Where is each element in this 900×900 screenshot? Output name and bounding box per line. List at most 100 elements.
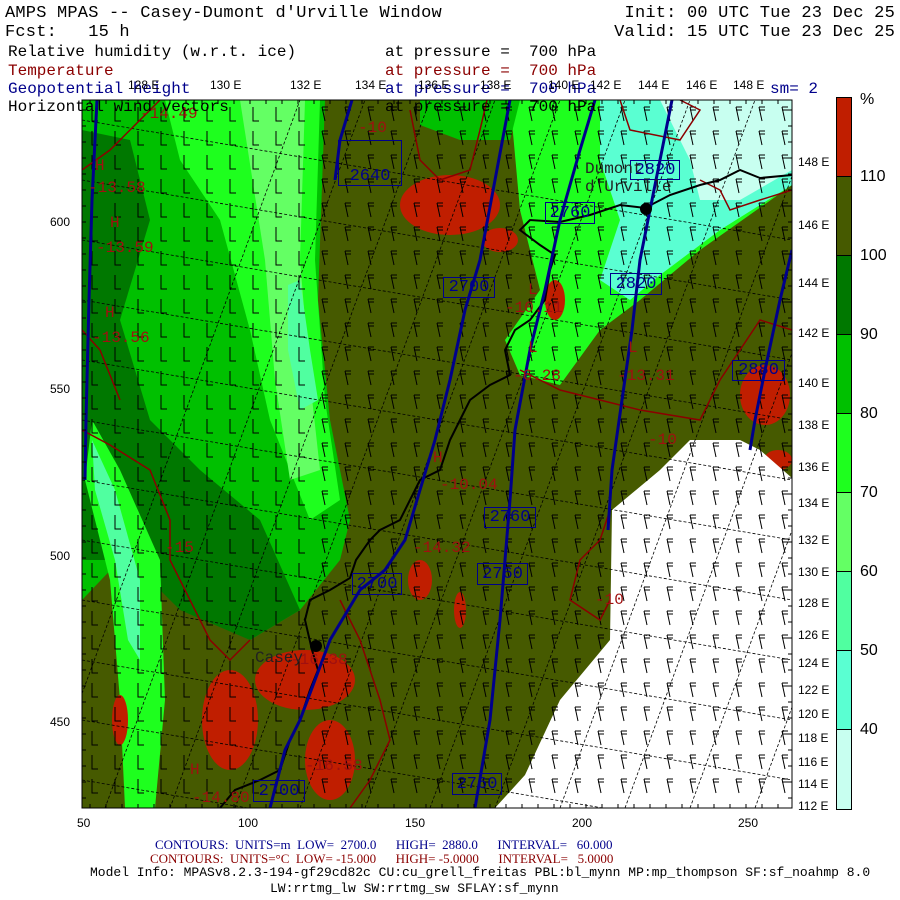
field-wind-level: at pressure = 700 hPa [385,98,597,116]
colorbar-tick-label: 40 [860,721,878,738]
colorbar-segment [837,335,851,414]
valid-time: Valid: 15 UTC Tue 23 Dec 25 [614,23,895,42]
right-longitude-label: 140 E [798,376,830,390]
y-axis-label: 600 [50,215,71,229]
field-wind-name: Horizontal wind vectors [8,98,229,116]
x-axis-label: 250 [738,816,759,830]
colorbar-tick-label: 60 [860,563,878,580]
colorbar-segment [837,730,851,809]
right-longitude-label: 120 E [798,707,830,721]
field-rh-level: at pressure = 700 hPa [385,43,597,61]
colorbar-tick-label: 80 [860,405,878,422]
right-longitude-label: 116 E [798,755,829,769]
temperature-label: L [528,281,538,299]
right-longitude-label: 138 E [798,418,830,432]
right-longitude-label: 124 E [798,656,830,670]
top-longitude-label: 136 E [418,78,450,92]
top-longitude-label: 130 E [210,78,242,92]
x-axis-label: 100 [238,816,259,830]
station-label-casey: Casey [255,649,304,667]
smoothing-label: sm= 2 [770,80,819,98]
colorbar-segment [837,651,851,730]
temperature-label: -15 [165,539,194,557]
temperature-label: H [433,449,443,467]
x-axis-label: 200 [572,816,593,830]
top-longitude-label: 140 E [548,78,580,92]
field-height-name: Geopotential height [8,80,191,98]
y-axis-label: 500 [50,549,71,563]
temp-contour-info: CONTOURS: UNITS=°C LOW= -15.000 HIGH= -5… [150,851,614,866]
top-longitude-label: 138 E [480,78,512,92]
height-contour-label: 2700 [253,780,305,802]
temperature-label: -10.11 [505,299,563,317]
height-contour-label: 2640 [338,140,402,186]
temperature-label: -10.04 [440,476,498,494]
temperature-label: -6.28 [513,367,562,385]
right-longitude-label: 114 E [798,777,829,791]
height-contour-label: 2760 [484,507,536,528]
temperature-label: -13.31 [617,367,675,385]
right-longitude-label: 128 E [798,596,830,610]
height-contour-info: CONTOURS: UNITS=m LOW= 2700.0 HIGH= 2880… [155,837,613,852]
x-axis-label: 150 [405,816,426,830]
temperature-label: L [528,339,538,357]
field-temp-level: at pressure = 700 hPa [385,62,597,80]
right-longitude-label: 126 E [798,628,830,642]
colorbar-segment [837,493,851,572]
top-longitude-label: 142 E [590,78,622,92]
right-longitude-label: 148 E [798,155,830,169]
colorbar-segment [837,98,851,177]
colorbar-tick-label: 100 [860,247,887,264]
model-info: Model Info: MPASv8.2.3-194-gf29cd82c CU:… [90,865,871,880]
right-longitude-label: 130 E [798,565,830,579]
right-longitude-label: 122 E [798,683,830,697]
map-plot [81,99,793,809]
y-axis-label: 550 [50,382,71,396]
height-contour-label: 2760 [477,563,528,585]
colorbar-unit: % [860,91,875,108]
height-contour-label: 2880 [732,360,785,381]
dumont-durville-station-marker [640,203,652,215]
colorbar-tick-label: 70 [860,484,878,501]
right-longitude-label: 134 E [798,496,830,510]
y-axis-label: 450 [50,715,71,729]
model-info-physics: LW:rrtmg_lw SW:rrtmg_sw SFLAY:sf_mynn [270,881,559,896]
height-contour-label: 2700 [352,573,402,595]
top-longitude-label: 146 E [686,78,718,92]
colorbar-tick-label: 90 [860,326,878,343]
temperature-label: -10 [358,119,387,137]
temperature-label: -16.58 [305,757,363,775]
temperature-label: L [628,339,638,357]
station-label-dumont-durville: Dumont d'Urville [585,160,672,196]
temperature-label: -13.56 [92,329,150,347]
height-contour-label: 2700 [443,277,495,298]
right-longitude-label: 146 E [798,218,830,232]
weather-map-figure: 2640 2760 2700 2820 2820 2880 2760 2760 2700 2700… [0,0,900,900]
height-contour-label: 2820 [610,273,662,295]
colorbar-segment [837,177,851,256]
right-longitude-label: 112 E [798,799,829,813]
temperature-label: H [190,761,200,779]
height-contour-label: 2760 [452,773,502,795]
temperature-label: -10 [595,591,624,609]
top-longitude-label: 128 E [128,78,160,92]
temperature-label: -13.59 [96,239,154,257]
temperature-label: H [95,157,105,175]
colorbar-tick-label: 50 [860,642,878,659]
temperature-label: -14.80 [192,789,250,807]
top-longitude-label: 148 E [733,78,765,92]
colorbar-segment [837,572,851,651]
height-contour-label: 2760 [545,202,595,224]
right-longitude-label: 118 E [798,731,829,745]
temperature-label: H [110,214,120,232]
right-longitude-label: 142 E [798,326,830,340]
top-longitude-label: 144 E [638,78,670,92]
top-longitude-label: 134 E [355,78,387,92]
temperature-label: H [105,304,115,322]
right-longitude-label: 144 E [798,276,830,290]
colorbar-tick-label: 110 [860,168,886,185]
temperature-label: -14.32 [413,539,471,557]
init-time: Init: 00 UTC Tue 23 Dec 25 [624,4,895,23]
colorbar [836,97,852,810]
colorbar-segment [837,256,851,335]
